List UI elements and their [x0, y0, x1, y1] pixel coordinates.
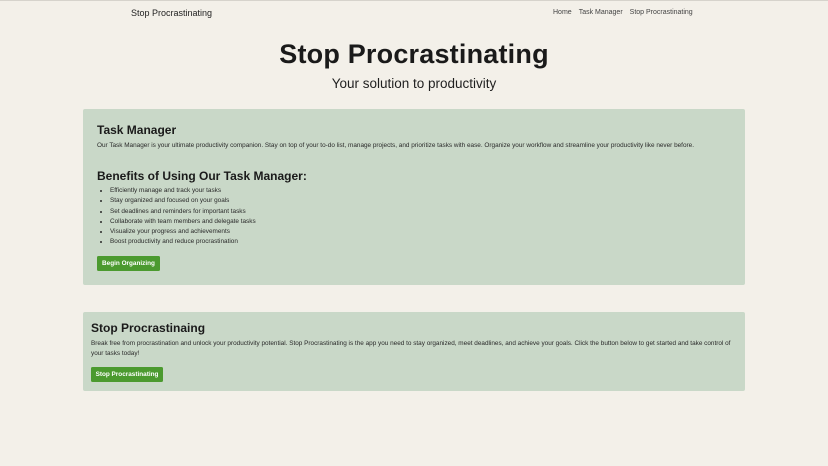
task-manager-description: Our Task Manager is your ultimate produc…: [97, 142, 694, 149]
stop-procrastinating-button[interactable]: Stop Procrastinating: [91, 367, 163, 382]
task-manager-title: Task Manager: [97, 123, 177, 137]
navbar-brand[interactable]: Stop Procrastinating: [131, 8, 212, 18]
stop-procrastinating-card: Stop Procrastinaing Break free from proc…: [83, 312, 745, 391]
benefits-title: Benefits of Using Our Task Manager:: [97, 169, 307, 183]
begin-organizing-button[interactable]: Begin Organizing: [97, 256, 160, 271]
nav-links: Home Task Manager Stop Procrastinating: [553, 9, 693, 16]
list-item: Collaborate with team members and delega…: [110, 217, 256, 227]
list-item: Visualize your progress and achievements: [110, 227, 256, 237]
stop-procrastinating-description: Break free from procrastination and unlo…: [91, 340, 731, 357]
benefits-list: Efficiently manage and track your tasks …: [110, 186, 256, 248]
page-subtitle: Your solution to productivity: [331, 76, 497, 91]
list-item: Set deadlines and reminders for importan…: [110, 207, 256, 217]
list-item: Boost productivity and reduce procrastin…: [110, 237, 256, 247]
nav-link-home[interactable]: Home: [553, 9, 572, 16]
navbar: Stop Procrastinating Home Task Manager S…: [0, 1, 828, 25]
page-title: Stop Procrastinating: [279, 39, 549, 69]
stop-procrastinating-title: Stop Procrastinaing: [91, 321, 206, 335]
list-item: Efficiently manage and track your tasks: [110, 186, 256, 196]
nav-link-stop-procrastinating[interactable]: Stop Procrastinating: [630, 9, 693, 16]
task-manager-card: Task Manager Our Task Manager is your ul…: [83, 109, 745, 285]
nav-link-task-manager[interactable]: Task Manager: [579, 9, 623, 16]
list-item: Stay organized and focused on your goals: [110, 196, 256, 206]
